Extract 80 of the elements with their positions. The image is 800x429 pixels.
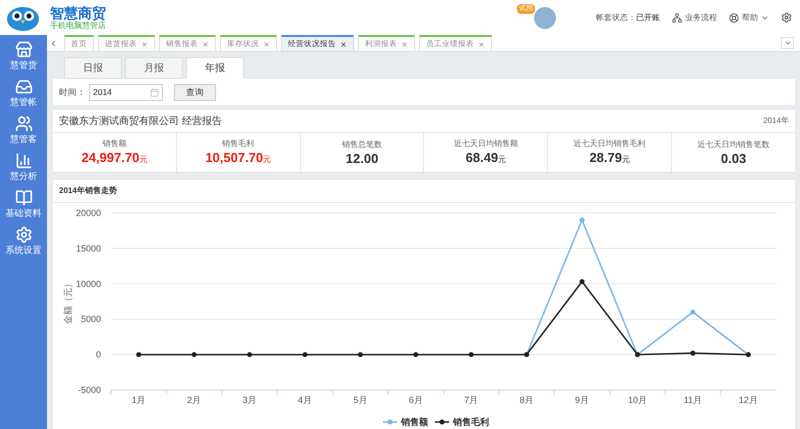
sidebar-item[interactable]: 慧管帐	[10, 78, 37, 109]
book-icon	[14, 189, 32, 206]
legend-item[interactable]: 销售毛利	[435, 417, 489, 427]
avatar[interactable]	[534, 6, 556, 28]
axis-tick-label: 4月	[298, 395, 312, 405]
stat-value: 0.03	[720, 151, 746, 166]
lifebuoy-icon	[729, 12, 739, 22]
sidebar-item[interactable]: 系统设置	[6, 226, 42, 257]
data-point	[468, 352, 474, 358]
sidebar-item[interactable]: 慧管客	[10, 115, 37, 146]
data-point	[580, 218, 585, 223]
axis-tick-label: 7月	[464, 395, 478, 405]
store-icon	[14, 41, 32, 58]
tray-icon	[14, 78, 32, 96]
settings-icon	[14, 226, 32, 244]
axis-tick-label: 12月	[738, 395, 758, 405]
data-point	[413, 352, 418, 358]
stat-label: 销售额	[102, 138, 126, 150]
stat-value: 28.79元	[589, 150, 630, 167]
date-input[interactable]: 2014	[89, 84, 163, 100]
close-icon[interactable]	[340, 40, 347, 48]
axis-tick-label: 20000	[76, 208, 101, 218]
settings-icon[interactable]	[781, 12, 792, 23]
axis-tick-label: 9月	[575, 395, 590, 405]
axis-tick-label: 3月	[242, 395, 257, 405]
data-point	[358, 352, 363, 358]
users-icon	[14, 115, 32, 132]
bar-chart-icon	[14, 152, 32, 170]
sidebar-item[interactable]: 基础资料	[6, 189, 42, 220]
data-point	[247, 352, 252, 358]
data-point	[302, 352, 308, 358]
axis-tick-label: 10000	[76, 278, 101, 289]
axis-tick-label: 5月	[353, 395, 368, 405]
header-link[interactable]: 业务流程	[672, 12, 717, 24]
stat-label: 近七天日均销售笔数	[698, 139, 770, 151]
legend-label: 销售毛利	[452, 417, 489, 427]
sitemap-icon	[672, 12, 682, 22]
axis-tick-label: 5000	[80, 314, 101, 324]
legend-item[interactable]: 销售额	[383, 417, 428, 427]
axis-title: 金额（元）	[63, 279, 73, 324]
chart-title: 2014年销售走势	[59, 185, 117, 197]
axis-tick-label: 2月	[187, 395, 202, 405]
axis-tick-label: 6月	[408, 395, 423, 405]
stat-label: 近七天日均销售额	[454, 138, 518, 150]
brand-subtitle: 手机电脑慧管店	[50, 22, 106, 30]
axis-tick-label: 0	[96, 350, 101, 360]
dropdown-icon[interactable]	[784, 39, 792, 47]
calendar-icon[interactable]	[150, 88, 159, 96]
scroll-left-icon[interactable]	[49, 39, 58, 48]
period-tab[interactable]: 年报	[186, 57, 244, 79]
axis-tick-label: 11月	[684, 395, 702, 405]
data-point	[690, 350, 696, 356]
stat-label: 销售总笔数	[342, 139, 382, 151]
axis-tick-label: 10月	[628, 395, 647, 405]
sidebar-item[interactable]: 慧管货	[10, 41, 37, 72]
axis-tick-label: 1月	[132, 395, 146, 405]
axis-tick-label: -5000	[78, 385, 101, 395]
data-point	[192, 352, 197, 358]
data-point	[580, 279, 585, 284]
stat-value: 12.00	[346, 151, 378, 166]
period-tab[interactable]: 日报	[64, 57, 122, 79]
data-point	[136, 352, 142, 358]
axis-tick-label: 15000	[76, 243, 101, 254]
header-link[interactable]: 帮助	[729, 12, 769, 24]
period-tab[interactable]: 月报	[125, 57, 183, 79]
stat-value: 68.49元	[466, 150, 506, 167]
legend-label: 销售额	[400, 417, 429, 427]
stat-value: 10,507.70元	[205, 150, 272, 167]
sidebar-item[interactable]: 慧分析	[10, 152, 37, 183]
brand-title: 智慧商贸	[50, 6, 106, 20]
account-status: 帐套状态：已开账	[596, 12, 660, 24]
time-label: 时间：	[59, 86, 86, 98]
data-point	[690, 310, 696, 315]
report-year: 2014年	[763, 115, 789, 127]
report-title: 安徽东方测试商贸有限公司 经营报告	[59, 114, 222, 128]
stat-value: 24,997.70元	[81, 150, 148, 167]
stat-label: 销售毛利	[222, 138, 254, 150]
axis-tick-label: 8月	[520, 395, 534, 405]
stat-label: 近七天日均销售毛利	[574, 138, 646, 150]
query-button[interactable]: 查询	[174, 84, 216, 100]
